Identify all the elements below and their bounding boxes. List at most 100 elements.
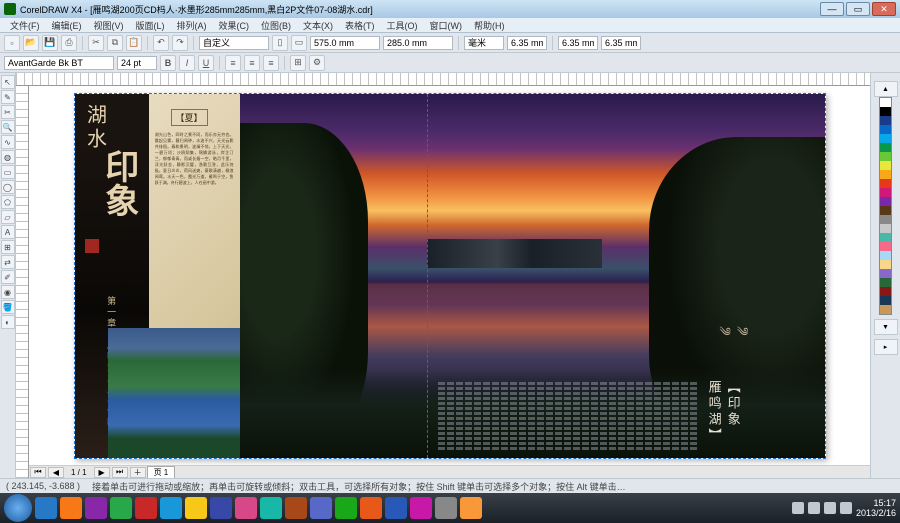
color-swatch[interactable] — [880, 98, 891, 107]
options-button[interactable]: ⚙ — [309, 55, 325, 71]
menu-item[interactable]: 帮助(H) — [468, 19, 511, 32]
align-center-button[interactable]: ≡ — [244, 55, 260, 71]
taskbar-app-icon[interactable] — [310, 497, 332, 519]
copy-button[interactable]: ⧉ — [107, 35, 123, 51]
polygon-tool[interactable]: ⬠ — [1, 195, 15, 209]
taskbar-app-icon[interactable] — [160, 497, 182, 519]
color-swatch[interactable] — [880, 188, 891, 197]
color-swatch[interactable] — [880, 179, 891, 188]
taskbar-app-icon[interactable] — [410, 497, 432, 519]
close-button[interactable]: ✕ — [872, 2, 896, 16]
color-swatch[interactable] — [880, 143, 891, 152]
menu-item[interactable]: 表格(T) — [339, 19, 381, 32]
taskbar-app-icon[interactable] — [185, 497, 207, 519]
font-size-select[interactable] — [117, 56, 157, 70]
underline-button[interactable]: U — [198, 55, 214, 71]
last-page-button[interactable]: ⏭ — [112, 467, 128, 478]
cut-button[interactable]: ✂ — [88, 35, 104, 51]
color-swatch[interactable] — [880, 125, 891, 134]
color-swatch[interactable] — [880, 305, 891, 314]
units-select[interactable] — [464, 36, 504, 50]
landscape-button[interactable]: ▭ — [291, 35, 307, 51]
taskbar-app-icon[interactable] — [385, 497, 407, 519]
document-spread[interactable]: 湖水 印象 第一章 雁鸣湖之晨与傍晚 【夏】 湖光山色，四时之景不同，而乐亦无穷… — [74, 93, 826, 459]
menu-item[interactable]: 编辑(E) — [46, 19, 88, 32]
palette-up-button[interactable]: ▲ — [874, 81, 898, 97]
page-tab[interactable]: 页 1 — [147, 466, 176, 479]
ellipse-tool[interactable]: ◯ — [1, 180, 15, 194]
ruler-horizontal[interactable] — [16, 73, 870, 86]
menu-item[interactable]: 工具(O) — [381, 19, 424, 32]
palette-down-button[interactable]: ▼ — [874, 319, 898, 335]
snap-button[interactable]: ⊞ — [290, 55, 306, 71]
color-swatch[interactable] — [880, 116, 891, 125]
menu-item[interactable]: 视图(V) — [88, 19, 130, 32]
add-page-button[interactable]: ＋ — [130, 467, 146, 478]
taskbar-app-icon[interactable] — [260, 497, 282, 519]
taskbar-app-icon[interactable] — [210, 497, 232, 519]
tray-icon[interactable] — [792, 502, 804, 514]
save-button[interactable]: 💾 — [42, 35, 58, 51]
taskbar-app-icon[interactable] — [110, 497, 132, 519]
clock-date[interactable]: 2013/2/16 — [856, 508, 896, 518]
freehand-tool[interactable]: ∿ — [1, 135, 15, 149]
new-button[interactable]: ▫ — [4, 35, 20, 51]
portrait-button[interactable]: ▯ — [272, 35, 288, 51]
page-height-input[interactable] — [383, 36, 453, 50]
undo-button[interactable]: ↶ — [153, 35, 169, 51]
taskbar-app-icon[interactable] — [360, 497, 382, 519]
minimize-button[interactable]: — — [820, 2, 844, 16]
italic-button[interactable]: I — [179, 55, 195, 71]
paste-button[interactable]: 📋 — [126, 35, 142, 51]
color-swatch[interactable] — [880, 206, 891, 215]
open-button[interactable]: 📂 — [23, 35, 39, 51]
basic-shapes-tool[interactable]: ▱ — [1, 210, 15, 224]
taskbar-app-icon[interactable] — [285, 497, 307, 519]
palette-flyout-button[interactable]: ▸ — [874, 339, 898, 355]
align-left-button[interactable]: ≡ — [225, 55, 241, 71]
prev-page-button[interactable]: ◀ — [48, 467, 64, 478]
start-button[interactable] — [4, 494, 32, 522]
outline-tool[interactable]: ◉ — [1, 285, 15, 299]
next-page-button[interactable]: ▶ — [94, 467, 110, 478]
taskbar-app-icon[interactable] — [335, 497, 357, 519]
menu-item[interactable]: 效果(C) — [213, 19, 256, 32]
zoom-tool[interactable]: 🔍 — [1, 120, 15, 134]
pick-tool[interactable]: ↖ — [1, 75, 15, 89]
page-width-input[interactable] — [310, 36, 380, 50]
color-swatch[interactable] — [880, 215, 891, 224]
blend-tool[interactable]: ⇄ — [1, 255, 15, 269]
color-swatch[interactable] — [880, 269, 891, 278]
taskbar-app-icon[interactable] — [235, 497, 257, 519]
taskbar-app-icon[interactable] — [460, 497, 482, 519]
color-swatch[interactable] — [880, 296, 891, 305]
eyedropper-tool[interactable]: ✐ — [1, 270, 15, 284]
rectangle-tool[interactable]: ▭ — [1, 165, 15, 179]
color-swatch[interactable] — [880, 278, 891, 287]
color-swatch[interactable] — [880, 134, 891, 143]
color-swatch[interactable] — [880, 251, 891, 260]
color-swatch[interactable] — [880, 260, 891, 269]
smart-fill-tool[interactable]: ◍ — [1, 150, 15, 164]
maximize-button[interactable]: ▭ — [846, 2, 870, 16]
color-swatch[interactable] — [880, 224, 891, 233]
taskbar-app-icon[interactable] — [60, 497, 82, 519]
menu-item[interactable]: 窗口(W) — [424, 19, 469, 32]
dup-x-input[interactable] — [558, 36, 598, 50]
color-swatch[interactable] — [880, 107, 891, 116]
paper-preset-select[interactable] — [199, 36, 269, 50]
tray-icon[interactable] — [824, 502, 836, 514]
nudge-input[interactable] — [507, 36, 547, 50]
taskbar-app-icon[interactable] — [85, 497, 107, 519]
menu-item[interactable]: 文本(X) — [297, 19, 339, 32]
color-swatch[interactable] — [880, 242, 891, 251]
color-swatch[interactable] — [880, 170, 891, 179]
interactive-fill-tool[interactable]: ◐ — [1, 315, 15, 329]
text-tool[interactable]: A — [1, 225, 15, 239]
tray-icon[interactable] — [840, 502, 852, 514]
shape-tool[interactable]: ✎ — [1, 90, 15, 104]
bold-button[interactable]: B — [160, 55, 176, 71]
taskbar-app-icon[interactable] — [135, 497, 157, 519]
font-family-select[interactable] — [4, 56, 114, 70]
color-swatch[interactable] — [880, 197, 891, 206]
